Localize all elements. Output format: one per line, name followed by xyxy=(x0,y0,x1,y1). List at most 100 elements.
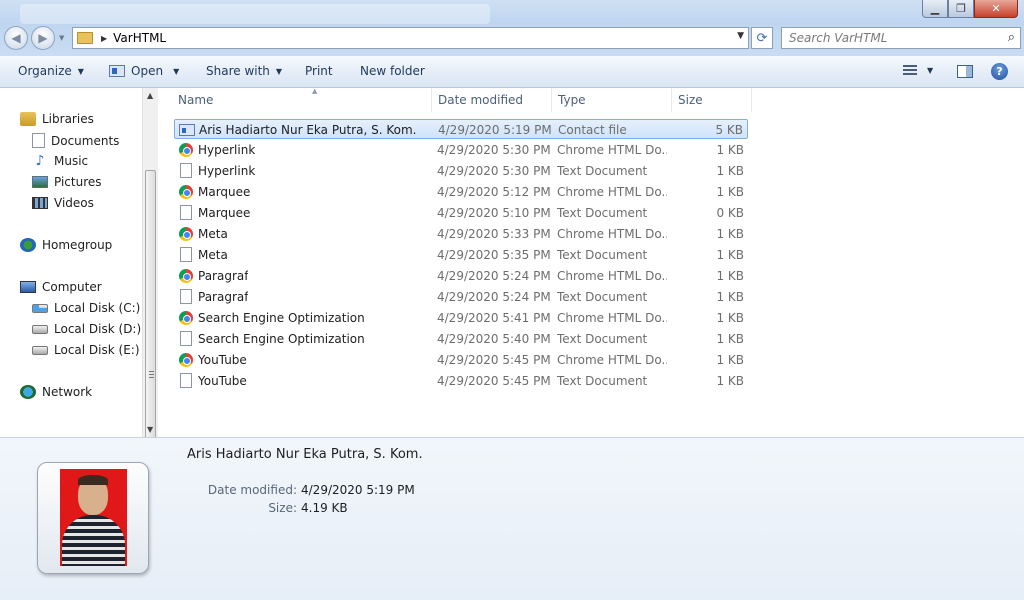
sidebar-item-label: Network xyxy=(42,385,93,399)
sidebar-item-local-disk-c[interactable]: Local Disk (C:) xyxy=(32,301,140,315)
command-bar: Organize ▼ Open ▼ Share with ▼ Print New fo… xyxy=(0,56,1024,88)
address-bar[interactable]: ▶ VarHTML ▼ xyxy=(72,27,749,49)
file-date-modified: 4/29/2020 5:45 PM xyxy=(437,353,551,367)
chrome-icon xyxy=(179,227,193,241)
sidebar-item-pictures[interactable]: Pictures xyxy=(32,175,102,189)
file-name: Paragraf xyxy=(198,269,249,283)
view-options-dropdown[interactable]: ▼ xyxy=(927,66,933,75)
text-document-icon xyxy=(180,163,192,178)
file-type: Text Document xyxy=(557,374,648,388)
search-icon[interactable]: ⌕ xyxy=(1008,30,1015,45)
print-label: Print xyxy=(305,64,333,78)
search-input[interactable]: Search VarHTML ⌕ xyxy=(781,27,1021,49)
contact-icon xyxy=(179,124,195,136)
open-label: Open xyxy=(131,64,164,78)
change-view-icon[interactable] xyxy=(903,65,917,77)
title-bar: ▁ ❐ ✕ ◀ ▶ ▼ ▶ VarHTML ▼ ⟳ Search VarHTML… xyxy=(0,0,1024,56)
open-button[interactable]: Open ▼ xyxy=(109,64,179,78)
sidebar-item-network[interactable]: Network xyxy=(20,385,92,399)
file-name: Search Engine Optimization xyxy=(198,311,365,325)
forward-arrow-icon: ▶ xyxy=(38,31,48,45)
file-row[interactable]: Hyperlink 4/29/2020 5:30 PM Chrome HTML Do… xyxy=(174,140,748,160)
network-icon xyxy=(20,385,36,399)
size-value: 4.19 KB xyxy=(301,501,348,515)
print-button[interactable]: Print xyxy=(305,64,333,78)
chrome-icon xyxy=(179,143,193,157)
refresh-button[interactable]: ⟳ xyxy=(751,27,773,49)
sidebar-item-libraries[interactable]: Libraries xyxy=(20,112,94,126)
share-with-button[interactable]: Share with ▼ xyxy=(206,64,282,78)
column-header-size[interactable]: Size xyxy=(672,88,752,112)
date-modified-value[interactable]: 4/29/2020 5:19 PM xyxy=(301,483,415,497)
file-row[interactable]: Meta 4/29/2020 5:33 PM Chrome HTML Do... 1 … xyxy=(174,224,748,244)
column-header-name[interactable]: Name ▲ xyxy=(172,87,432,112)
file-type: Chrome HTML Do... xyxy=(557,353,667,367)
breadcrumb-varhtml[interactable]: VarHTML xyxy=(113,31,166,45)
sidebar-item-music[interactable]: ♪ Music xyxy=(32,154,89,168)
breadcrumb-separator-icon[interactable]: ▶ xyxy=(101,34,107,43)
film-strip-icon xyxy=(32,197,48,209)
sidebar-item-videos[interactable]: Videos xyxy=(32,196,94,210)
sidebar-item-local-disk-e[interactable]: Local Disk (E:) xyxy=(32,343,140,357)
close-button[interactable]: ✕ xyxy=(974,0,1018,18)
chrome-icon xyxy=(179,353,193,367)
sidebar-item-local-disk-d[interactable]: Local Disk (D:) xyxy=(32,322,141,336)
file-name: Marquee xyxy=(198,185,251,199)
sidebar-scrollbar[interactable]: ▲ ▼ xyxy=(142,88,158,506)
file-row[interactable]: Search Engine Optimization 4/29/2020 5:40… xyxy=(174,329,748,349)
size-label: Size: xyxy=(268,501,297,515)
sidebar-item-homegroup[interactable]: Homegroup xyxy=(20,238,112,252)
column-header-type[interactable]: Type xyxy=(552,88,672,112)
file-row[interactable]: Marquee 4/29/2020 5:12 PM Chrome HTML Do..… xyxy=(174,182,748,202)
grip-icon xyxy=(149,371,154,378)
file-size: 1 KB xyxy=(716,290,744,304)
minimize-button[interactable]: ▁ xyxy=(922,0,948,18)
chrome-icon xyxy=(179,311,193,325)
chevron-down-icon[interactable]: ▼ xyxy=(173,67,179,76)
sort-ascending-icon: ▲ xyxy=(312,87,318,95)
file-date-modified: 4/29/2020 5:19 PM xyxy=(438,123,552,137)
file-row[interactable]: Hyperlink 4/29/2020 5:30 PM Text Document 1… xyxy=(174,161,748,181)
file-row[interactable]: Paragraf 4/29/2020 5:24 PM Text Document 1 … xyxy=(174,287,748,307)
file-size: 1 KB xyxy=(716,227,744,241)
forward-button[interactable]: ▶ xyxy=(31,26,55,50)
column-header-date-modified[interactable]: Date modified xyxy=(432,88,552,112)
navigation-pane: Libraries Documents ♪ Music Pictures Vide… xyxy=(0,88,157,437)
back-button[interactable]: ◀ xyxy=(4,26,28,50)
refresh-icon: ⟳ xyxy=(756,30,768,46)
background-tabs xyxy=(20,4,490,24)
recent-pages-dropdown[interactable]: ▼ xyxy=(59,34,64,42)
sidebar-item-computer[interactable]: Computer xyxy=(20,280,102,294)
organize-button[interactable]: Organize ▼ xyxy=(18,64,84,78)
file-size: 1 KB xyxy=(716,164,744,178)
preview-pane-icon[interactable] xyxy=(957,65,973,78)
file-row[interactable]: Search Engine Optimization 4/29/2020 5:41… xyxy=(174,308,748,328)
file-row[interactable]: Marquee 4/29/2020 5:10 PM Text Document 0 K… xyxy=(174,203,748,223)
maximize-button[interactable]: ❐ xyxy=(948,0,974,18)
new-folder-button[interactable]: New folder xyxy=(360,64,425,78)
file-size: 1 KB xyxy=(716,374,744,388)
file-name: Aris Hadiarto Nur Eka Putra, S. Kom. xyxy=(199,123,417,137)
file-date-modified: 4/29/2020 5:33 PM xyxy=(437,227,551,241)
column-header-label: Date modified xyxy=(438,93,524,107)
file-date-modified: 4/29/2020 5:24 PM xyxy=(437,290,551,304)
file-row[interactable]: Paragraf 4/29/2020 5:24 PM Chrome HTML Do.… xyxy=(174,266,748,286)
computer-icon xyxy=(20,281,36,293)
file-type: Chrome HTML Do... xyxy=(557,227,667,241)
file-row[interactable]: Aris Hadiarto Nur Eka Putra, S. Kom. 4/29… xyxy=(174,119,748,139)
scroll-up-arrow-icon[interactable]: ▲ xyxy=(147,91,153,100)
sidebar-item-documents[interactable]: Documents xyxy=(32,133,119,148)
text-document-icon xyxy=(180,331,192,346)
file-row[interactable]: YouTube 4/29/2020 5:45 PM Chrome HTML Do..… xyxy=(174,350,748,370)
file-date-modified: 4/29/2020 5:40 PM xyxy=(437,332,551,346)
file-size: 1 KB xyxy=(716,353,744,367)
scroll-down-arrow-icon[interactable]: ▼ xyxy=(147,425,153,434)
file-type: Text Document xyxy=(557,332,648,346)
file-row[interactable]: Meta 4/29/2020 5:35 PM Text Document 1 KB xyxy=(174,245,748,265)
column-header-label: Size xyxy=(678,93,703,107)
back-arrow-icon: ◀ xyxy=(11,31,21,45)
file-size: 1 KB xyxy=(716,269,744,283)
address-dropdown-icon[interactable]: ▼ xyxy=(737,31,744,41)
help-icon[interactable]: ? xyxy=(991,63,1008,80)
file-row[interactable]: YouTube 4/29/2020 5:45 PM Text Document 1 K… xyxy=(174,371,748,391)
